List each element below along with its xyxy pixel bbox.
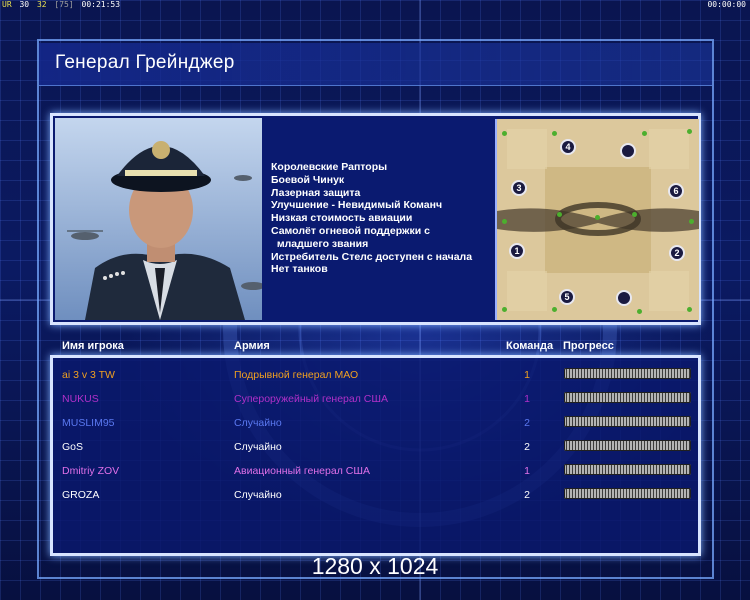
player-team: 2 — [524, 441, 530, 453]
table-row: NUKUS Супероружейный генерал США 1 — [62, 390, 697, 408]
player-army: Авиационный генерал США — [234, 465, 370, 477]
spawn-point — [620, 143, 636, 159]
table-row: Dmitriy ZOV Авиационный генерал США 1 — [62, 462, 697, 480]
supply-dot — [557, 212, 562, 217]
player-team: 1 — [524, 393, 530, 405]
player-army: Случайно — [234, 417, 282, 429]
spawn-point: 3 — [511, 180, 527, 196]
general-traits-list: Королевские Рапторы Боевой Чинук Лазерна… — [271, 161, 491, 276]
loading-progress-bar — [564, 488, 691, 499]
supply-dot — [642, 131, 647, 136]
supply-dot — [552, 131, 557, 136]
resolution-caption: 1280 x 1024 — [311, 553, 439, 579]
supply-dot — [502, 219, 507, 224]
column-header-name: Имя игрока — [62, 340, 124, 352]
supply-dot — [502, 131, 507, 136]
player-name: MUSLIM95 — [62, 417, 115, 429]
trait-item: Нет танков — [271, 263, 328, 276]
trait-item: младшего звания — [271, 237, 369, 250]
general-portrait-image — [55, 118, 262, 320]
page-title: Генерал Грейнджер — [55, 52, 235, 73]
trait-item: Лазерная защита — [271, 186, 361, 199]
hud-item: 30 — [19, 0, 30, 9]
player-name: GROZA — [62, 489, 100, 501]
hud-item: UR — [2, 0, 12, 9]
loading-progress-bar — [564, 368, 691, 379]
column-header-progress: Прогресс — [563, 340, 614, 352]
loading-progress-bar — [564, 440, 691, 451]
player-name: Dmitriy ZOV — [62, 465, 120, 477]
player-name: GoS — [62, 441, 84, 453]
hud-clock: 00:00:00 — [707, 0, 746, 9]
loading-progress-bar — [564, 392, 691, 403]
supply-dot — [632, 212, 637, 217]
player-army: Супероружейный генерал США — [234, 393, 388, 405]
player-army: Случайно — [234, 489, 282, 501]
supply-dot — [552, 307, 557, 312]
trait-item: Истребитель Стелс доступен с начала — [271, 250, 473, 263]
spawn-point: 6 — [668, 183, 684, 199]
hud-item: [75] — [54, 0, 74, 9]
player-team: 2 — [524, 417, 530, 429]
column-header-army: Армия — [234, 340, 270, 352]
map-preview: 4 3 6 1 2 5 — [495, 119, 699, 320]
supply-dot — [595, 215, 600, 220]
spawn-point — [616, 290, 632, 306]
player-army: Случайно — [234, 441, 282, 453]
player-name: ai 3 v 3 TW — [62, 369, 115, 381]
trait-item: Улучшение - Невидимый Команч — [271, 199, 443, 212]
supply-dot — [689, 219, 694, 224]
table-row: GoS Случайно 2 — [62, 438, 697, 456]
column-header-team: Команда — [506, 340, 554, 352]
general-portrait — [55, 118, 262, 320]
trait-item: Боевой Чинук — [271, 173, 345, 186]
trait-item: Королевские Рапторы — [271, 161, 388, 173]
supply-dot — [637, 309, 642, 314]
player-table-header: Имя игрока Армия Команда Прогресс — [58, 340, 708, 356]
spawn-point: 4 — [560, 139, 576, 155]
hud-stats: UR 30 32 [75] 00:21:53 — [2, 0, 123, 9]
loading-progress-bar — [564, 464, 691, 475]
spawn-point: 2 — [669, 245, 685, 261]
table-row: MUSLIM95 Случайно 2 — [62, 414, 697, 432]
spawn-point: 5 — [559, 289, 575, 305]
player-team: 1 — [524, 465, 530, 477]
trait-item: Самолёт огневой поддержки с — [271, 224, 430, 237]
supply-dot — [687, 307, 692, 312]
hud-item: 32 — [36, 0, 47, 9]
table-row: GROZA Случайно 2 — [62, 486, 697, 504]
loading-progress-bar — [564, 416, 691, 427]
trait-item: Низкая стоимость авиации — [271, 212, 413, 225]
hud-item: 00:21:53 — [81, 0, 121, 9]
player-team: 1 — [524, 369, 530, 381]
supply-dot — [687, 129, 692, 134]
supply-dot — [502, 307, 507, 312]
player-army: Подрывной генерал МАО — [234, 369, 359, 381]
table-row: ai 3 v 3 TW Подрывной генерал МАО 1 — [62, 366, 697, 384]
player-team: 2 — [524, 489, 530, 501]
player-name: NUKUS — [62, 393, 99, 405]
spawn-point: 1 — [509, 243, 525, 259]
